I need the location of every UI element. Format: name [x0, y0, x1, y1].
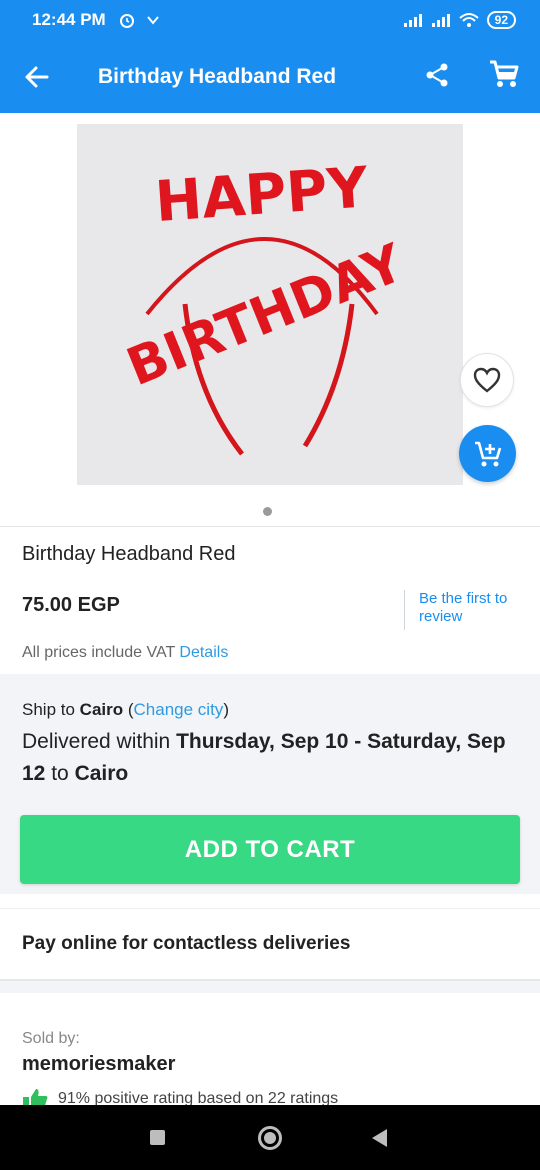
- ship-to-label: Ship to: [22, 700, 75, 719]
- sold-by-label: Sold by:: [22, 1030, 80, 1047]
- battery-icon: 92: [486, 11, 516, 29]
- cart-button[interactable]: [488, 58, 520, 95]
- system-back-button[interactable]: [372, 1129, 387, 1147]
- share-icon: [426, 63, 448, 87]
- page-title: Birthday Headband Red: [98, 64, 337, 88]
- product-gallery: HAPPY BIRTHDAY: [0, 113, 540, 527]
- product-name: Birthday Headband Red: [22, 543, 236, 565]
- review-link[interactable]: Be the first to review: [404, 590, 524, 630]
- seller-rating: 91% positive rating based on 22 ratings: [22, 1087, 338, 1105]
- recent-apps-button[interactable]: [150, 1130, 165, 1145]
- wishlist-button[interactable]: [460, 353, 514, 407]
- cart-icon: [490, 60, 519, 87]
- promo-text: Pay online for contactless deliveries: [22, 933, 351, 954]
- clock: 12:44 PM: [32, 10, 106, 29]
- thumbs-up-icon: [23, 1089, 48, 1105]
- delivery-city: Cairo: [74, 762, 129, 785]
- seller-rating-text: 91% positive rating based on 22 ratings: [58, 1090, 339, 1105]
- signal-icon: [431, 14, 450, 27]
- alarm-icon: [119, 14, 134, 28]
- delivery-to-label: to: [51, 762, 69, 785]
- section-divider: [0, 981, 540, 993]
- delivery-section: Ship to Cairo (Change city) Delivered wi…: [0, 674, 540, 894]
- delivered-within-label: Delivered within: [22, 730, 171, 753]
- vat-text: All prices include VAT: [22, 644, 175, 661]
- promo-banner: Pay online for contactless deliveries: [0, 908, 540, 981]
- page-indicator-dot: [263, 507, 272, 516]
- app-bar: Birthday Headband Red: [0, 40, 540, 113]
- system-nav-bar: [0, 1105, 540, 1170]
- product-image[interactable]: HAPPY BIRTHDAY: [77, 124, 463, 485]
- ship-to-line: Ship to Cairo (Change city): [22, 700, 229, 719]
- product-price: 75.00 EGP: [22, 594, 120, 616]
- add-to-cart-button[interactable]: ADD TO CART: [20, 815, 520, 884]
- quick-add-to-cart-button[interactable]: [459, 425, 516, 482]
- wifi-icon: [458, 13, 479, 27]
- add-to-cart-icon: [474, 441, 501, 466]
- change-city-link[interactable]: Change city: [134, 700, 224, 719]
- back-button[interactable]: [0, 64, 74, 90]
- ship-city: Cairo: [79, 700, 124, 719]
- heart-icon: [473, 367, 501, 393]
- home-button[interactable]: [258, 1126, 282, 1150]
- vat-note: All prices include VAT Details: [22, 644, 228, 662]
- status-bar: 12:44 PM 92: [0, 0, 540, 40]
- share-button[interactable]: [425, 62, 449, 93]
- signal-icon: [403, 14, 422, 27]
- vat-details-link[interactable]: Details: [179, 644, 228, 661]
- back-arrow-icon: [25, 66, 49, 87]
- delivery-estimate: Delivered within Thursday, Sep 10 - Satu…: [22, 726, 522, 790]
- seller-section: Sold by: memoriesmaker 91% positive rati…: [0, 993, 540, 1105]
- seller-name[interactable]: memoriesmaker: [22, 1053, 175, 1076]
- nfc-icon: [146, 16, 159, 25]
